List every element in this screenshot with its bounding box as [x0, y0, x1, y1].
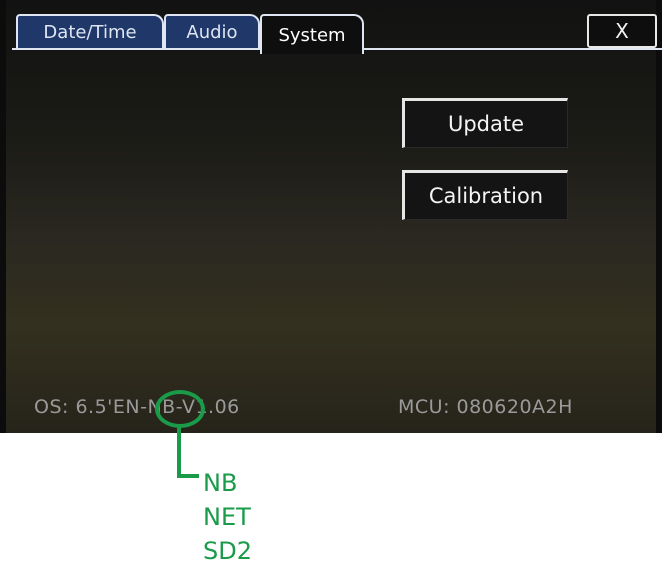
close-button[interactable]: X — [587, 14, 657, 48]
annotation-connector-foot — [177, 474, 199, 478]
annotation-options: NB NET SD2 — [203, 466, 252, 568]
calibration-button-label: Calibration — [428, 184, 544, 208]
annotation-option: SD2 — [203, 537, 252, 565]
tab-system[interactable]: System — [260, 14, 364, 54]
annotation-option: NB — [203, 469, 238, 497]
tab-audio[interactable]: Audio — [164, 14, 260, 48]
tab-audio-label: Audio — [186, 21, 238, 43]
os-version: OS: 6.5'EN-NB-V1.06 — [34, 396, 240, 418]
tab-date-time[interactable]: Date/Time — [16, 14, 164, 48]
update-button[interactable]: Update — [402, 98, 568, 148]
tab-system-label: System — [278, 24, 346, 46]
update-button-label: Update — [447, 112, 525, 136]
close-icon: X — [615, 19, 629, 43]
tab-date-time-label: Date/Time — [43, 21, 137, 43]
mcu-version: MCU: 080620A2H — [398, 396, 573, 418]
annotation-connector — [177, 426, 181, 478]
device-screen: Date/Time Audio System X Update Calibrat… — [0, 0, 662, 433]
calibration-button[interactable]: Calibration — [402, 170, 568, 220]
annotation-option: NET — [203, 503, 251, 531]
annotation-circle — [155, 390, 205, 428]
